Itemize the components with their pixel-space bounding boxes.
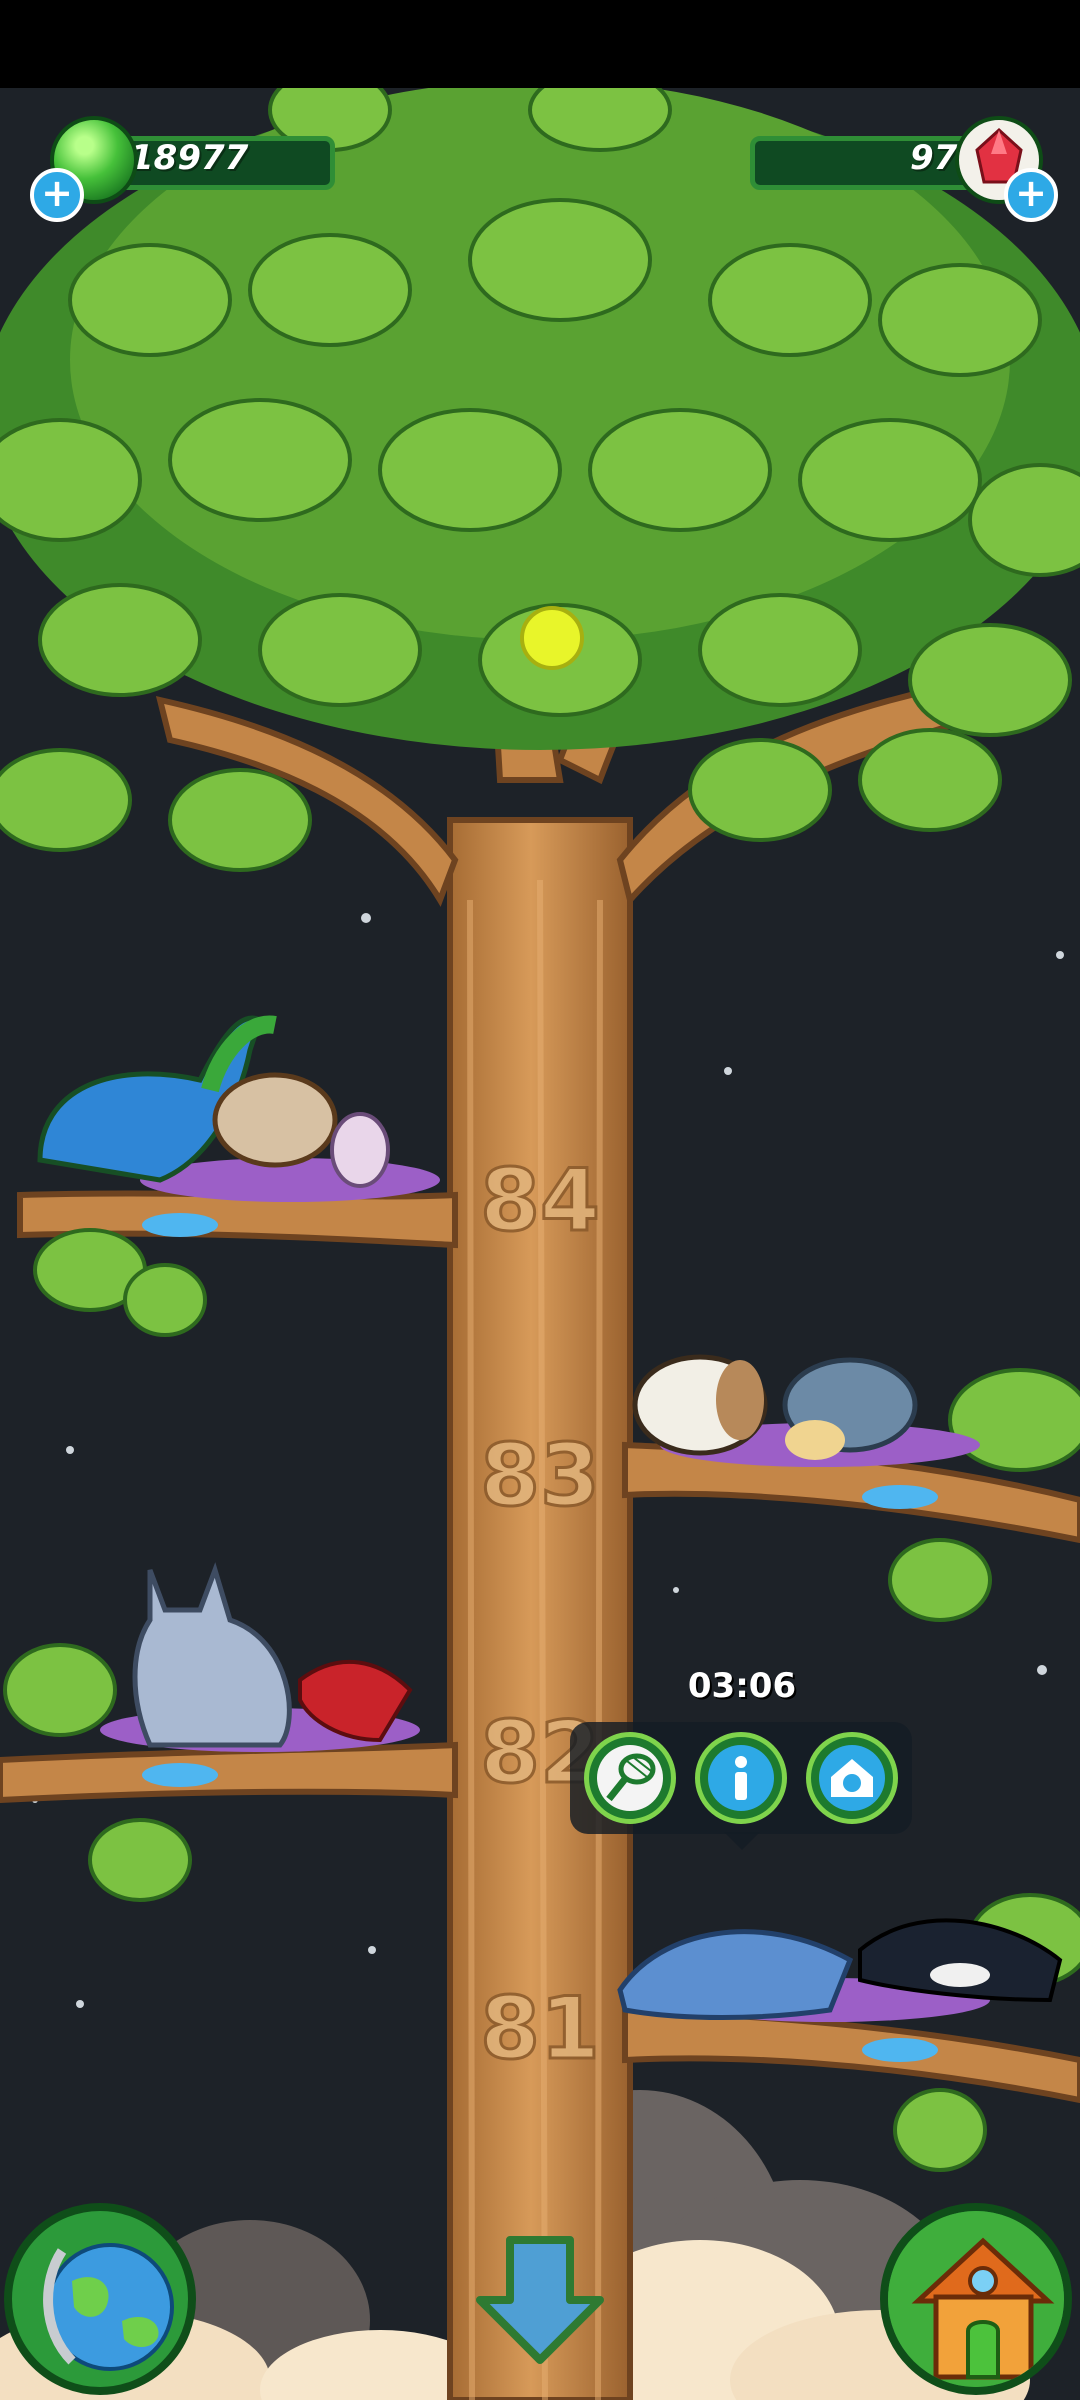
status-bar: [0, 0, 1080, 88]
down-arrow-icon: [476, 2236, 604, 2364]
house-icon: [888, 2211, 1064, 2387]
globe-icon: [43, 2243, 174, 2371]
net-button[interactable]: [584, 1732, 676, 1824]
animal-action-popup: [570, 1722, 912, 1834]
net-icon: [597, 1745, 663, 1811]
branch-number-84: 84: [480, 1151, 600, 1251]
home-pet-button[interactable]: [806, 1732, 898, 1824]
home-pet-icon: [819, 1745, 885, 1811]
currency-left: 18977 +: [30, 116, 350, 222]
branch-82[interactable]: [0, 1562, 458, 1902]
branch-number-83: 83: [480, 1426, 600, 1526]
plus-icon[interactable]: +: [1004, 168, 1058, 222]
game-screen: 84 83 82 81 18977 + 97 + 03:06: [0, 0, 1080, 2400]
house-button[interactable]: [880, 2203, 1072, 2395]
branch-number-81: 81: [480, 1979, 600, 2079]
currency-right-value: 97: [910, 138, 958, 178]
globe-button[interactable]: [4, 2203, 196, 2395]
popup-timer: 03:06: [687, 1666, 797, 1706]
currency-right: 97 +: [730, 116, 1060, 222]
currency-left-value: 18977: [130, 138, 249, 178]
tree-scene: 84 83 82 81: [0, 88, 1080, 2400]
popup-tail: [724, 1832, 760, 1850]
plus-icon[interactable]: +: [30, 168, 84, 222]
branch-84[interactable]: [17, 1015, 458, 1337]
branch-83[interactable]: [622, 1354, 1080, 1622]
fruit[interactable]: [520, 606, 584, 670]
info-button[interactable]: [695, 1732, 787, 1824]
scroll-down-button[interactable]: [470, 2230, 610, 2370]
info-icon: [708, 1745, 774, 1811]
